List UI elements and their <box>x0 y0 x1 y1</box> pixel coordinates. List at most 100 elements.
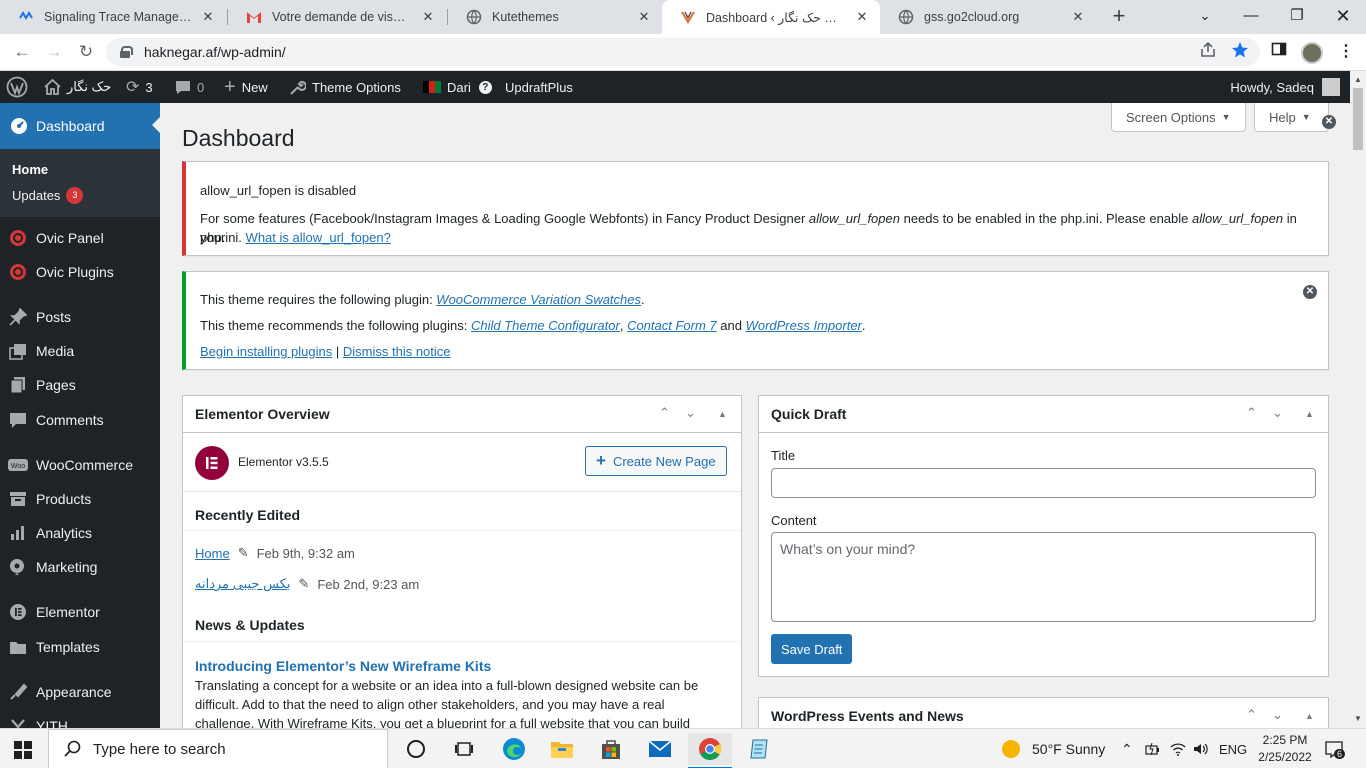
sidebar-item-woocommerce[interactable]: Woo WooCommerce <box>0 448 160 482</box>
recent-item-link[interactable]: Home <box>195 546 230 561</box>
sidebar-item-ovic-plugins[interactable]: Ovic Plugins <box>0 255 160 289</box>
toggle-panel-icon[interactable]: ▲ <box>1305 711 1314 721</box>
sidebar-item-yith[interactable]: YITH <box>0 709 160 728</box>
what-is-link[interactable]: What is allow_url_fopen? <box>246 230 391 245</box>
begin-installing-link[interactable]: Begin installing plugins <box>200 344 332 359</box>
minimize-icon[interactable]: — <box>1228 0 1274 34</box>
new-tab-icon[interactable]: + <box>1108 4 1130 30</box>
profile-avatar[interactable] <box>1301 42 1323 64</box>
system-clock[interactable]: 2:25 PM 2/25/2022 <box>1255 732 1315 766</box>
toggle-panel-icon[interactable]: ▲ <box>1305 409 1314 419</box>
volume-icon[interactable] <box>1193 729 1209 768</box>
side-panel-icon[interactable] <box>1271 41 1287 62</box>
browser-tab-active[interactable]: Dashboard ‹ حک نگار — Word ✕ <box>662 0 880 34</box>
scroll-up-icon[interactable]: ▲ <box>1354 75 1362 84</box>
share-icon[interactable] <box>1199 41 1217 64</box>
sidebar-item-comments[interactable]: Comments <box>0 403 160 437</box>
tab-search-icon[interactable]: ⌄ <box>1182 0 1228 34</box>
browser-tab[interactable]: gss.go2cloud.org ✕ <box>880 0 1096 34</box>
show-hidden-icons[interactable]: ⌃ <box>1121 729 1133 768</box>
save-draft-button[interactable]: Save Draft <box>771 634 853 664</box>
site-name-link[interactable]: حک نگار <box>44 71 111 103</box>
file-explorer-icon[interactable] <box>540 733 584 765</box>
help-button[interactable]: Help ▼ <box>1254 103 1329 132</box>
browser-tab[interactable]: Votre demande de visa / Uw ✕ <box>228 0 446 34</box>
news-post-link[interactable]: Introducing Elementor’s New Wireframe Ki… <box>195 658 491 674</box>
close-circle-icon[interactable]: ✕ <box>1322 115 1336 129</box>
close-tab-icon[interactable]: ✕ <box>420 9 436 25</box>
address-bar[interactable]: haknegar.af/wp-admin/ <box>106 38 1260 66</box>
my-account-link[interactable]: Howdy, Sadeq <box>1230 71 1340 103</box>
chrome-icon[interactable] <box>688 733 732 768</box>
submenu-item-home[interactable]: Home <box>0 157 160 182</box>
sidebar-item-ovic-panel[interactable]: Ovic Panel <box>0 221 160 255</box>
browser-tab[interactable]: Kutethemes ✕ <box>448 0 662 34</box>
theme-options-link[interactable]: Theme Options <box>289 71 401 103</box>
sidebar-item-dashboard[interactable]: Dashboard <box>0 103 160 149</box>
sidebar-item-templates[interactable]: Templates <box>0 630 160 664</box>
scroll-down-icon[interactable]: ▼ <box>1354 714 1362 723</box>
create-new-page-button[interactable]: + Create New Page <box>585 446 727 476</box>
new-content-link[interactable]: + New <box>224 71 268 103</box>
close-window-icon[interactable]: ✕ <box>1320 0 1366 34</box>
move-up-icon[interactable]: ⌃ <box>1246 707 1257 723</box>
lock-icon[interactable] <box>120 46 133 58</box>
language-switcher[interactable]: Dari ? <box>423 71 492 103</box>
scrollbar-thumb[interactable] <box>1353 88 1363 150</box>
updates-link[interactable]: ⟳ 3 <box>126 71 153 103</box>
move-down-icon[interactable]: ⌄ <box>1272 707 1283 723</box>
notification-center-icon[interactable]: 6 <box>1324 729 1346 768</box>
close-tab-icon[interactable]: ✕ <box>854 9 870 25</box>
back-icon[interactable]: ← <box>10 40 34 64</box>
close-tab-icon[interactable]: ✕ <box>200 9 216 25</box>
cortana-icon[interactable] <box>394 733 438 765</box>
reload-icon[interactable]: ↻ <box>74 40 98 64</box>
close-tab-icon[interactable]: ✕ <box>636 9 652 25</box>
sidebar-item-elementor[interactable]: Elementor <box>0 595 160 629</box>
toggle-panel-icon[interactable]: ▲ <box>718 409 727 419</box>
bookmark-star-icon[interactable] <box>1231 41 1249 64</box>
screen-options-button[interactable]: Screen Options ▼ <box>1111 103 1246 132</box>
sidebar-item-analytics[interactable]: Analytics <box>0 516 160 550</box>
browser-tab[interactable]: Signaling Trace Management ✕ <box>0 0 226 34</box>
sidebar-item-appearance[interactable]: Appearance <box>0 675 160 709</box>
mail-icon[interactable] <box>638 733 682 765</box>
forward-icon[interactable]: → <box>42 40 66 64</box>
microsoft-store-icon[interactable] <box>589 733 633 765</box>
plugin-link[interactable]: Contact Form 7 <box>627 318 717 333</box>
taskbar-search-box[interactable]: Type here to search <box>48 729 388 768</box>
notepad-icon[interactable] <box>737 733 781 765</box>
wordpress-logo-icon[interactable] <box>6 71 28 103</box>
maximize-icon[interactable]: ❐ <box>1274 0 1320 34</box>
move-up-icon[interactable]: ⌃ <box>659 405 670 421</box>
battery-icon[interactable] <box>1145 729 1161 768</box>
sidebar-item-posts[interactable]: Posts <box>0 300 160 334</box>
page-scrollbar[interactable]: ▲ ▼ <box>1350 71 1366 728</box>
edge-icon[interactable] <box>492 733 536 765</box>
dismiss-notice-link[interactable]: Dismiss this notice <box>343 344 451 359</box>
move-down-icon[interactable]: ⌄ <box>685 405 696 421</box>
plugin-link[interactable]: WordPress Importer <box>746 318 862 333</box>
plugin-link[interactable]: Child Theme Configurator <box>471 318 620 333</box>
plugin-link[interactable]: WooCommerce Variation Swatches <box>436 292 641 307</box>
windows-start-icon[interactable] <box>14 741 32 759</box>
wifi-icon[interactable] <box>1170 729 1186 768</box>
updraftplus-link[interactable]: UpdraftPlus <box>505 71 573 103</box>
chrome-menu-icon[interactable]: ⋮ <box>1338 41 1354 61</box>
draft-title-input[interactable] <box>771 468 1316 498</box>
dismiss-notice-icon[interactable]: ✕ <box>1303 285 1317 299</box>
comments-link[interactable]: 0 <box>175 71 204 103</box>
input-language[interactable]: ENG <box>1219 729 1247 768</box>
pencil-icon[interactable]: ✎ <box>238 545 249 561</box>
recent-item-link[interactable]: بکس جیبی مردانه <box>195 576 290 592</box>
weather-widget[interactable]: 50°F Sunny <box>1002 729 1105 768</box>
draft-content-textarea[interactable]: What’s on your mind? <box>771 532 1316 622</box>
sidebar-item-marketing[interactable]: Marketing <box>0 550 160 584</box>
task-view-icon[interactable] <box>442 733 486 765</box>
move-down-icon[interactable]: ⌄ <box>1272 405 1283 421</box>
pencil-icon[interactable]: ✎ <box>298 576 309 592</box>
sidebar-item-products[interactable]: Products <box>0 482 160 516</box>
help-circle-icon[interactable]: ? <box>478 80 492 94</box>
url-text[interactable]: haknegar.af/wp-admin/ <box>144 44 286 60</box>
submenu-item-updates[interactable]: Updates 3 <box>0 182 160 209</box>
